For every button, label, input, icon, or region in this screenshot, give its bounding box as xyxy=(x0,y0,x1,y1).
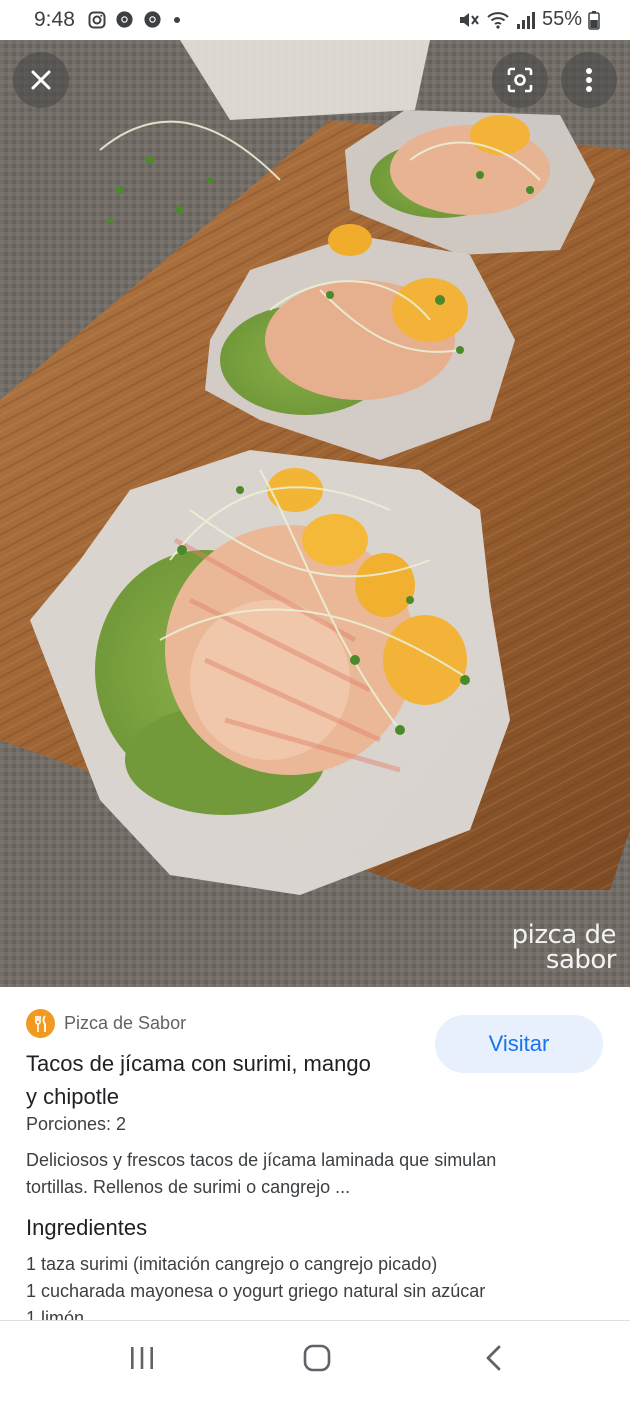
result-details: Pizca de Sabor Visitar Tacos de jícama c… xyxy=(0,987,630,1320)
lens-icon xyxy=(507,67,533,93)
more-options-button[interactable] xyxy=(561,52,617,108)
visit-button[interactable]: Visitar xyxy=(435,1015,603,1073)
status-bar: 9:48 55% xyxy=(0,0,630,40)
result-image[interactable]: pizca de sabor xyxy=(0,40,630,987)
recents-icon xyxy=(131,1347,153,1369)
result-title-line1: Tacos de jícama con surimi, mango xyxy=(26,1051,371,1076)
food-photo xyxy=(0,40,630,987)
battery-icon xyxy=(588,10,600,30)
ingredient-item: 1 taza surimi (imitación cangrejo o cang… xyxy=(26,1254,438,1274)
description-line1: Deliciosos y frescos tacos de jícama lam… xyxy=(26,1150,497,1170)
source-name: Pizca de Sabor xyxy=(64,1013,187,1033)
dot-icon xyxy=(174,16,180,23)
close-button[interactable] xyxy=(13,52,69,108)
watermark-line2: sabor xyxy=(545,945,617,975)
description: Deliciosos y frescos tacos de jícama lam… xyxy=(26,1147,596,1201)
ingredients-heading: Ingredientes xyxy=(26,1215,148,1240)
chrome-icon xyxy=(116,11,133,28)
source-logo xyxy=(26,1009,55,1038)
watermark: pizca de sabor xyxy=(512,922,617,975)
home-icon xyxy=(303,1344,331,1372)
result-title-line2: y chipotle xyxy=(26,1084,119,1109)
signal-icon xyxy=(516,11,535,29)
close-icon xyxy=(31,70,51,90)
source[interactable]: Pizca de Sabor xyxy=(26,1009,186,1038)
chrome-icon xyxy=(144,11,161,28)
wifi-icon xyxy=(487,11,509,29)
ingredient-item: 1 cucharada mayonesa o yogurt griego nat… xyxy=(26,1281,486,1301)
ingredients-list: 1 taza surimi (imitación cangrejo o cang… xyxy=(26,1251,485,1320)
instagram-icon xyxy=(88,11,106,28)
ingredient-item: 1 limón xyxy=(26,1308,85,1320)
more-vert-icon xyxy=(586,68,592,92)
battery-percent: 55% xyxy=(541,8,582,30)
portions: Porciones: 2 xyxy=(26,1114,127,1134)
navigation-bar xyxy=(0,1320,630,1401)
mute-icon xyxy=(459,12,479,27)
description-line2: tortillas. Rellenos de surimi o cangrejo… xyxy=(26,1177,351,1197)
utensils-icon xyxy=(34,1014,46,1032)
home-button[interactable] xyxy=(302,1343,332,1378)
status-time: 9:48 xyxy=(34,8,75,31)
result-title[interactable]: Tacos de jícama con surimi, mango y chip… xyxy=(26,1047,426,1113)
back-button[interactable] xyxy=(482,1343,506,1378)
back-icon xyxy=(486,1345,501,1371)
lens-button[interactable] xyxy=(492,52,548,108)
recents-button[interactable] xyxy=(128,1343,156,1378)
